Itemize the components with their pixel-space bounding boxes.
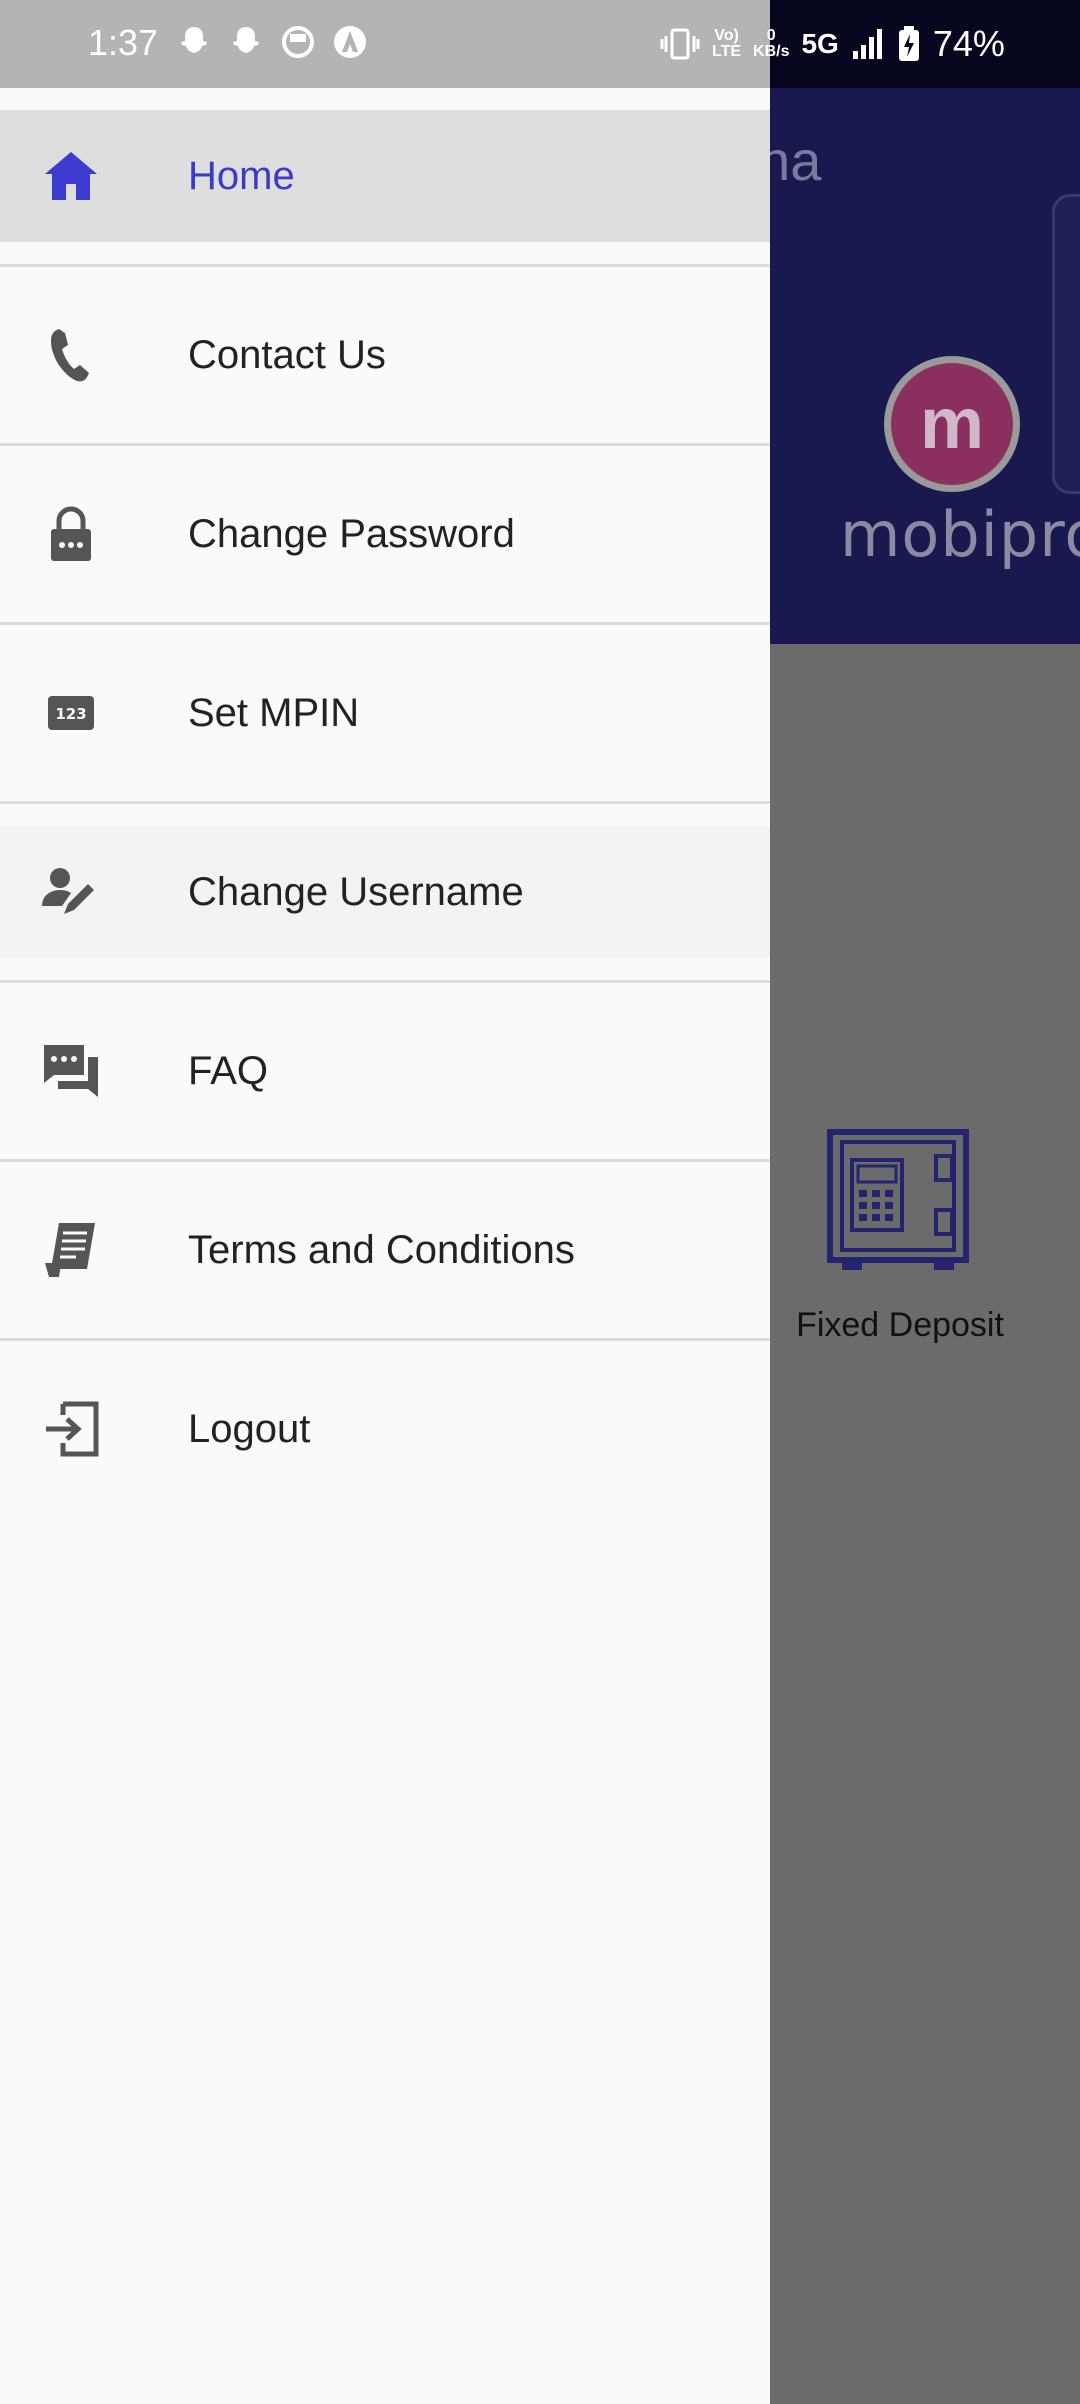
logo-text: mobipro xyxy=(840,498,1080,571)
net-speed: 0 KB/s xyxy=(753,28,789,60)
notification-icons xyxy=(176,24,368,60)
divider xyxy=(0,801,770,804)
pin-123-icon: 123 xyxy=(40,682,102,744)
divider xyxy=(0,622,770,625)
drawer-item-contact-us[interactable]: Contact Us xyxy=(0,289,770,421)
volte-line1: Vo) xyxy=(714,27,739,44)
snapchat-icon xyxy=(228,24,264,60)
drawer-item-faq[interactable]: FAQ xyxy=(0,1005,770,1137)
volte-indicator: Vo) LTE xyxy=(712,28,741,60)
vibrate-icon xyxy=(660,28,700,60)
drawer-item-change-username[interactable]: Change Username xyxy=(0,826,770,958)
home-icon xyxy=(40,145,102,207)
signal-icon xyxy=(852,29,882,59)
status-time: 1:37 xyxy=(88,22,159,63)
app-notification-icon xyxy=(280,24,316,60)
drawer-item-label: Change Password xyxy=(188,511,515,556)
drawer-item-home[interactable]: Home xyxy=(0,110,770,242)
drawer-item-label: Change Username xyxy=(188,869,524,914)
battery-icon xyxy=(898,26,919,61)
drawer-item-label: Terms and Conditions xyxy=(188,1227,575,1272)
snapchat-icon xyxy=(176,24,212,60)
chat-bubbles-icon xyxy=(40,1040,102,1102)
battery-percent: 74% xyxy=(932,23,1005,64)
network-type: 5G xyxy=(801,28,839,59)
drawer-item-set-mpin[interactable]: 123 Set MPIN xyxy=(0,647,770,779)
drawer-item-label: Contact Us xyxy=(188,332,386,377)
edit-user-icon xyxy=(40,861,102,923)
divider xyxy=(0,443,770,446)
net-speed-unit: KB/s xyxy=(753,43,790,60)
status-right: Vo) LTE 0 KB/s 5G 74% xyxy=(660,14,1005,74)
lock-icon xyxy=(40,503,102,565)
drawer-item-terms[interactable]: Terms and Conditions xyxy=(0,1184,770,1316)
divider xyxy=(0,264,770,267)
logo-circle: m xyxy=(884,356,1020,492)
divider xyxy=(0,1338,770,1341)
drawer-item-label: Home xyxy=(188,153,295,198)
compass-app-icon xyxy=(332,24,368,60)
divider xyxy=(0,980,770,983)
side-tab xyxy=(1052,194,1080,494)
status-bar: 1:37 Vo) LTE 0 KB/s 5G 74% xyxy=(0,0,1080,88)
volte-line2: LTE xyxy=(712,43,742,60)
navigation-drawer: Home Contact Us Change Password 123 Set xyxy=(0,88,770,2404)
drawer-item-logout[interactable]: Logout xyxy=(0,1363,770,1495)
document-icon xyxy=(40,1219,102,1281)
drawer-item-change-password[interactable]: Change Password xyxy=(0,468,770,600)
drawer-item-label: Set MPIN xyxy=(188,690,360,735)
divider xyxy=(0,1159,770,1162)
svg-text:123: 123 xyxy=(55,705,86,723)
drawer-item-label: FAQ xyxy=(188,1048,269,1093)
drawer-item-label: Logout xyxy=(188,1406,311,1451)
logo-mark: m xyxy=(919,384,985,464)
fixed-deposit-label[interactable]: Fixed Deposit xyxy=(780,1306,1020,1345)
net-speed-value: 0 xyxy=(766,27,776,44)
phone-icon xyxy=(40,324,102,386)
safe-icon[interactable] xyxy=(826,1128,972,1274)
logout-icon xyxy=(40,1398,102,1460)
